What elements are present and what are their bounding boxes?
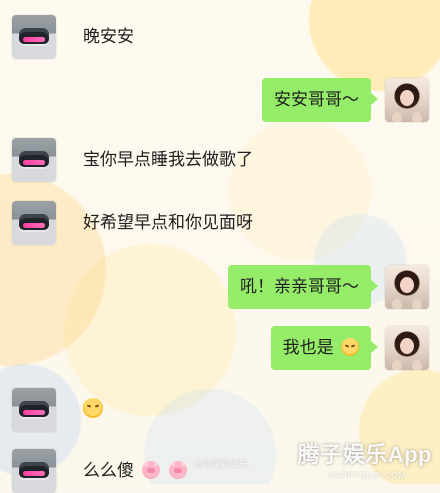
sad-face-icon: [83, 397, 103, 418]
message-row-1: 晚安安: [12, 15, 134, 59]
message-row-7: [12, 388, 103, 432]
sad-face-icon: [341, 338, 359, 356]
message-row-8: 么么傻: [12, 449, 187, 493]
message-row-5: 吼！亲亲哥哥～: [228, 265, 429, 309]
message-row-4: 好希望早点和你见面呀: [12, 201, 253, 245]
message-text-content: 么么傻: [83, 461, 134, 481]
pig-face-icon: [142, 461, 161, 479]
message-bubble[interactable]: 我也是: [270, 326, 379, 370]
message-text: 吼！亲亲哥哥～: [240, 277, 359, 297]
message-text: 么么傻: [83, 459, 187, 483]
contact-avatar[interactable]: [12, 138, 56, 182]
user-avatar[interactable]: [385, 78, 429, 122]
message-text: 晚安安: [83, 27, 134, 47]
message-bubble[interactable]: 安安哥哥～: [262, 78, 378, 122]
emoji-message: [83, 397, 103, 423]
message-text: 我也是: [282, 338, 334, 358]
contact-avatar[interactable]: [12, 449, 56, 493]
pig-face-icon: [168, 461, 187, 479]
contact-avatar[interactable]: [12, 15, 56, 59]
message-row-2: 安安哥哥～: [262, 78, 429, 122]
message-row-3: 宝你早点睡我去做歌了: [12, 138, 253, 182]
message-bubble[interactable]: 吼！亲亲哥哥～: [228, 265, 378, 309]
message-text: 安安哥哥～: [274, 90, 359, 110]
message-text: 好希望早点和你见面呀: [83, 213, 253, 233]
weibo-watermark: @哇哦趴娱乐: [194, 460, 249, 470]
message-text: 宝你早点睡我去做歌了: [83, 150, 253, 170]
contact-avatar[interactable]: [12, 388, 56, 432]
watermark-domain: HAPPYGUZI.COM: [328, 471, 406, 480]
message-row-6: 我也是: [270, 326, 429, 370]
app-watermark: 腾子娱乐App: [297, 442, 432, 467]
user-avatar[interactable]: [385, 326, 429, 370]
contact-avatar[interactable]: [12, 201, 56, 245]
user-avatar[interactable]: [385, 265, 429, 309]
